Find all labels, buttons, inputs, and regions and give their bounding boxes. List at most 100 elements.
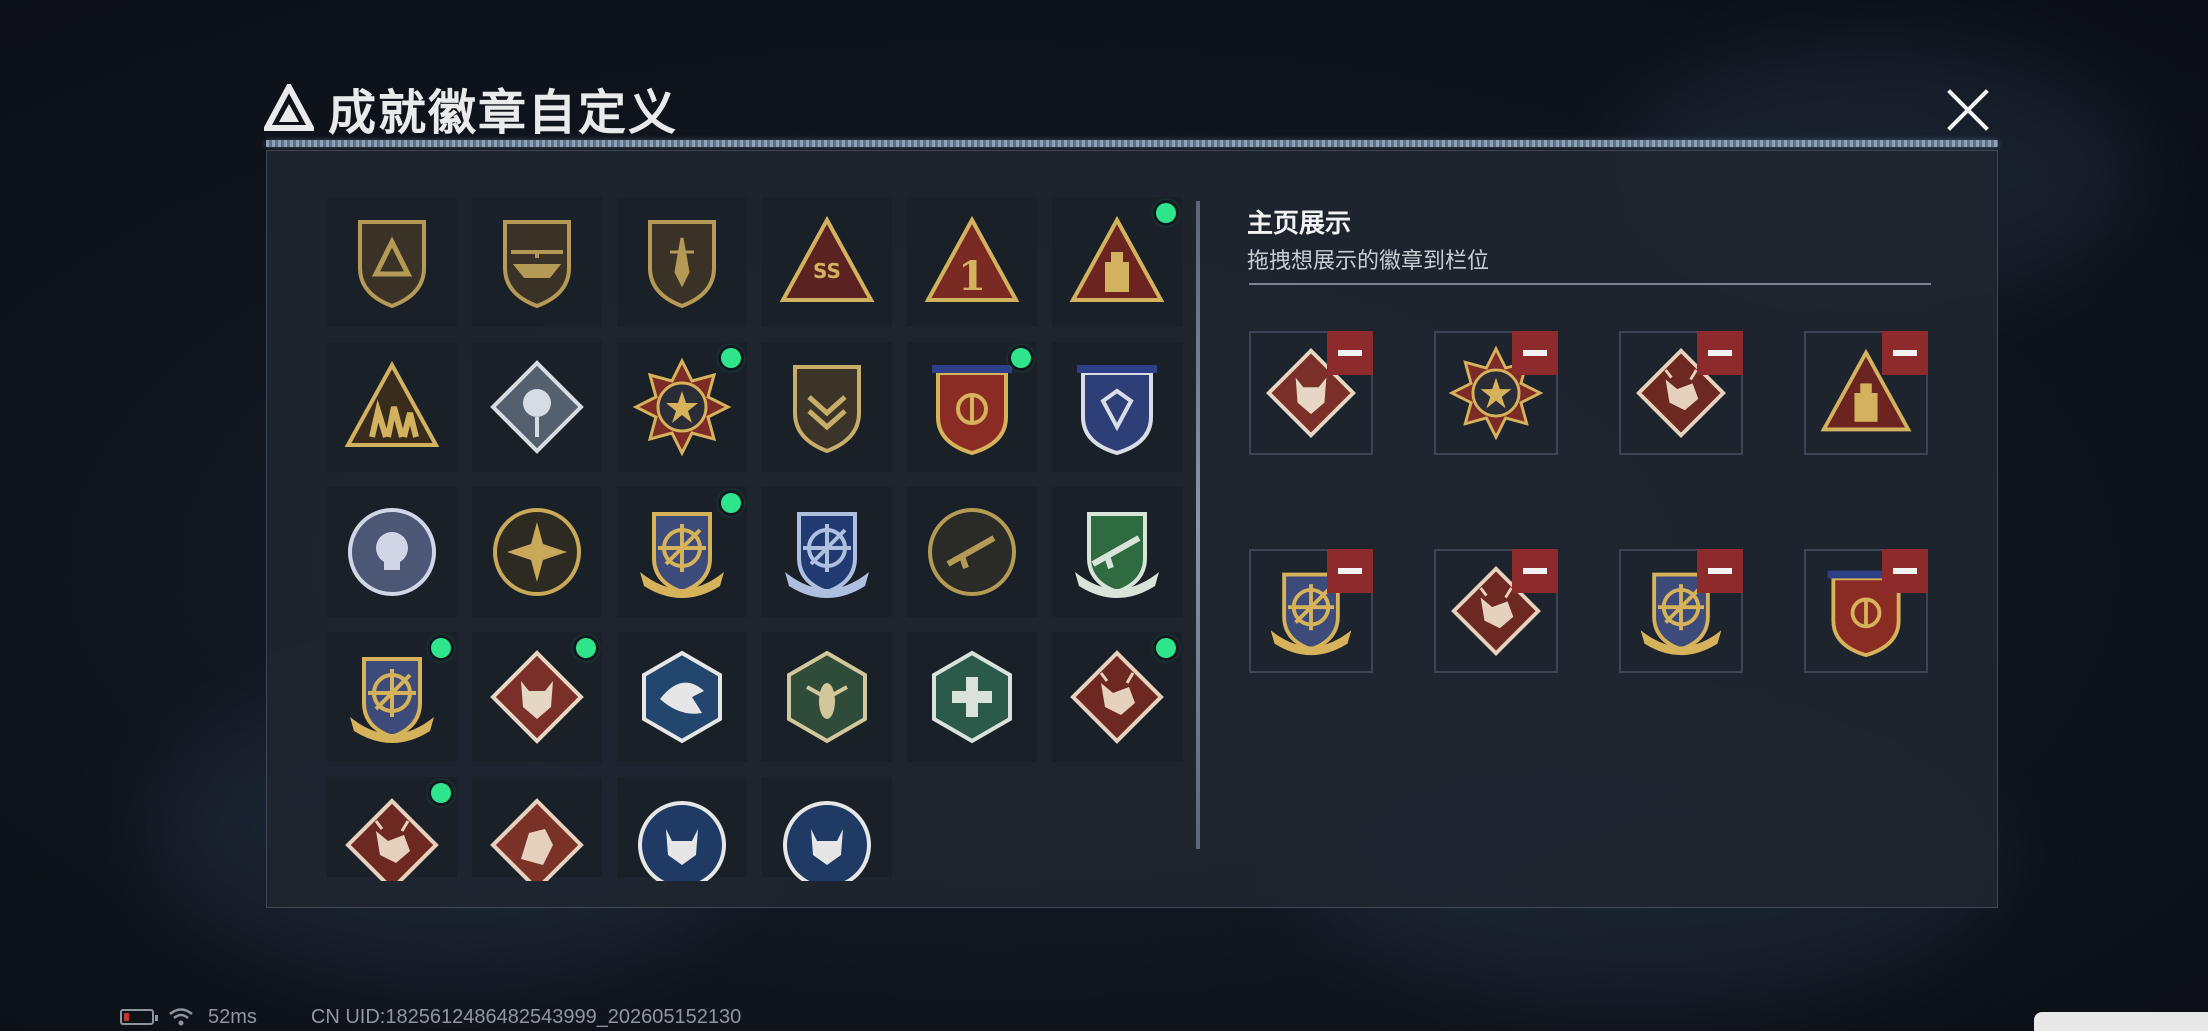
- slot-star-medal[interactable]: [1434, 331, 1558, 455]
- remove-button[interactable]: [1327, 549, 1373, 593]
- crest-emblem-icon: [932, 365, 1012, 456]
- status-bar: 52ms CN UID:1825612486482543999_20260515…: [120, 1006, 741, 1028]
- crosshair-emblem-icon: [785, 512, 869, 598]
- rose-diamond-badge[interactable]: [472, 342, 602, 472]
- skull-emblem-icon: [348, 508, 436, 596]
- slot-dragon-diamond-2[interactable]: [1434, 549, 1558, 673]
- dagger-emblem-icon: [648, 220, 716, 309]
- close-icon[interactable]: [1944, 86, 1992, 134]
- minus-icon: [1708, 350, 1732, 356]
- equipped-dot-icon: [721, 493, 741, 513]
- triangle-emblem-icon: [358, 220, 426, 309]
- minus-icon: [1523, 568, 1547, 574]
- battery-icon: [120, 1009, 158, 1025]
- usb-triangle-badge[interactable]: [1052, 197, 1182, 327]
- medic-emblem-icon: [932, 650, 1012, 744]
- medic-hexagon-badge[interactable]: [907, 632, 1037, 762]
- badge-panel: SS 1 主页展示 拖拽想展示的徽章到栏位: [266, 150, 1998, 908]
- number-one-triangle-badge[interactable]: 1: [907, 197, 1037, 327]
- squad-triangle-badge[interactable]: [327, 342, 457, 472]
- lynx-round-blue-badge[interactable]: [617, 777, 747, 881]
- beast-emblem-icon: [490, 798, 584, 881]
- slot-eagle-crest[interactable]: [1804, 549, 1928, 673]
- chevron-emblem-icon: [793, 365, 861, 454]
- remove-button[interactable]: [1327, 331, 1373, 375]
- skull-round-silver-badge[interactable]: [327, 487, 457, 617]
- dagger-shield-badge[interactable]: [617, 197, 747, 327]
- wolf-emblem-icon: [490, 650, 584, 744]
- helicopter-emblem-icon: [503, 220, 571, 309]
- dialog-title: 成就徽章自定义: [328, 87, 679, 140]
- slot-crosshair-shield[interactable]: [1249, 549, 1373, 673]
- remove-button[interactable]: [1882, 549, 1928, 593]
- triangle-logo-shield-badge[interactable]: [327, 197, 457, 327]
- ss-wings-triangle-badge[interactable]: SS: [762, 197, 892, 327]
- equipped-dot-icon: [1156, 638, 1176, 658]
- insect-emblem-icon: [787, 650, 867, 744]
- usb-emblem-icon: [1069, 215, 1165, 302]
- showcase-subtitle: 拖拽想展示的徽章到栏位: [1247, 248, 1490, 273]
- crosshair-gold-shield-badge[interactable]: [617, 487, 747, 617]
- equipped-dot-icon: [431, 783, 451, 803]
- star-emblem-icon: [632, 357, 732, 457]
- equipped-dot-icon: [1156, 203, 1176, 223]
- diamond-crest-blue-badge[interactable]: [1052, 342, 1182, 472]
- slot-wolf-diamond[interactable]: [1249, 331, 1373, 455]
- dragon-diamond-badge-2[interactable]: [327, 777, 457, 881]
- panel-divider-scrollbar[interactable]: [1196, 201, 1200, 849]
- svg-text:1: 1: [958, 253, 986, 300]
- remove-button[interactable]: [1882, 331, 1928, 375]
- wifi-icon: [169, 1008, 193, 1026]
- equipped-dot-icon: [1011, 348, 1031, 368]
- lynx-round-blue-badge-2[interactable]: [762, 777, 892, 881]
- minus-icon: [1338, 350, 1362, 356]
- chevron-shield-badge[interactable]: [762, 342, 892, 472]
- remove-button[interactable]: [1697, 549, 1743, 593]
- remove-button[interactable]: [1512, 549, 1558, 593]
- beast-diamond-badge[interactable]: [472, 777, 602, 881]
- equipped-dot-icon: [431, 638, 451, 658]
- dragon-diamond-badge[interactable]: [1052, 632, 1182, 762]
- rifle-green-shield-badge[interactable]: [1052, 487, 1182, 617]
- svg-text:SS: SS: [813, 259, 841, 283]
- badge-grid: SS 1: [327, 197, 1187, 881]
- lynx-emblem-icon: [638, 801, 726, 881]
- remove-button[interactable]: [1512, 331, 1558, 375]
- crosshair-emblem-icon: [640, 512, 724, 598]
- minus-icon: [1893, 568, 1917, 574]
- dragon-emblem-icon: [1070, 650, 1164, 744]
- slot-crosshair-shield-2[interactable]: [1619, 549, 1743, 673]
- dragon-emblem-icon: [345, 798, 439, 881]
- rose-emblem-icon: [490, 360, 584, 454]
- ping-text: 52ms: [208, 1005, 257, 1028]
- slot-dragon-diamond[interactable]: [1619, 331, 1743, 455]
- showcase-title: 主页展示: [1247, 208, 1352, 238]
- rifle-round-dark-badge[interactable]: [907, 487, 1037, 617]
- slot-usb-triangle[interactable]: [1804, 331, 1928, 455]
- remove-button[interactable]: [1697, 331, 1743, 375]
- showcase-divider: [1249, 283, 1931, 285]
- rifle-emblem-icon: [1075, 512, 1159, 598]
- minus-icon: [1893, 350, 1917, 356]
- eagle-crest-red-badge[interactable]: [907, 342, 1037, 472]
- dialog-header: 成就徽章自定义: [264, 80, 678, 140]
- equipped-dot-icon: [721, 348, 741, 368]
- helicopter-shield-badge[interactable]: [472, 197, 602, 327]
- lynx-emblem-icon: [783, 801, 871, 881]
- equipped-dot-icon: [576, 638, 596, 658]
- corner-tab: [2034, 1012, 2208, 1031]
- eagle-emblem-icon: [642, 650, 722, 744]
- SS-emblem-icon: SS: [779, 215, 875, 302]
- eagle-hexagon-badge[interactable]: [617, 632, 747, 762]
- burst-round-gold-badge[interactable]: [472, 487, 602, 617]
- triangle-logo-icon: [264, 84, 314, 131]
- crosshair-blue-shield-badge[interactable]: [762, 487, 892, 617]
- burst-emblem-icon: [493, 508, 581, 596]
- insect-hexagon-badge[interactable]: [762, 632, 892, 762]
- star-skull-medal-badge[interactable]: [617, 342, 747, 472]
- wolf-diamond-badge[interactable]: [472, 632, 602, 762]
- minus-icon: [1338, 568, 1362, 574]
- crosshair-gold-shield-badge-2[interactable]: [327, 632, 457, 762]
- uid-text: CN UID:1825612486482543999_202605152130: [310, 1005, 742, 1028]
- gem-emblem-icon: [1077, 365, 1157, 456]
